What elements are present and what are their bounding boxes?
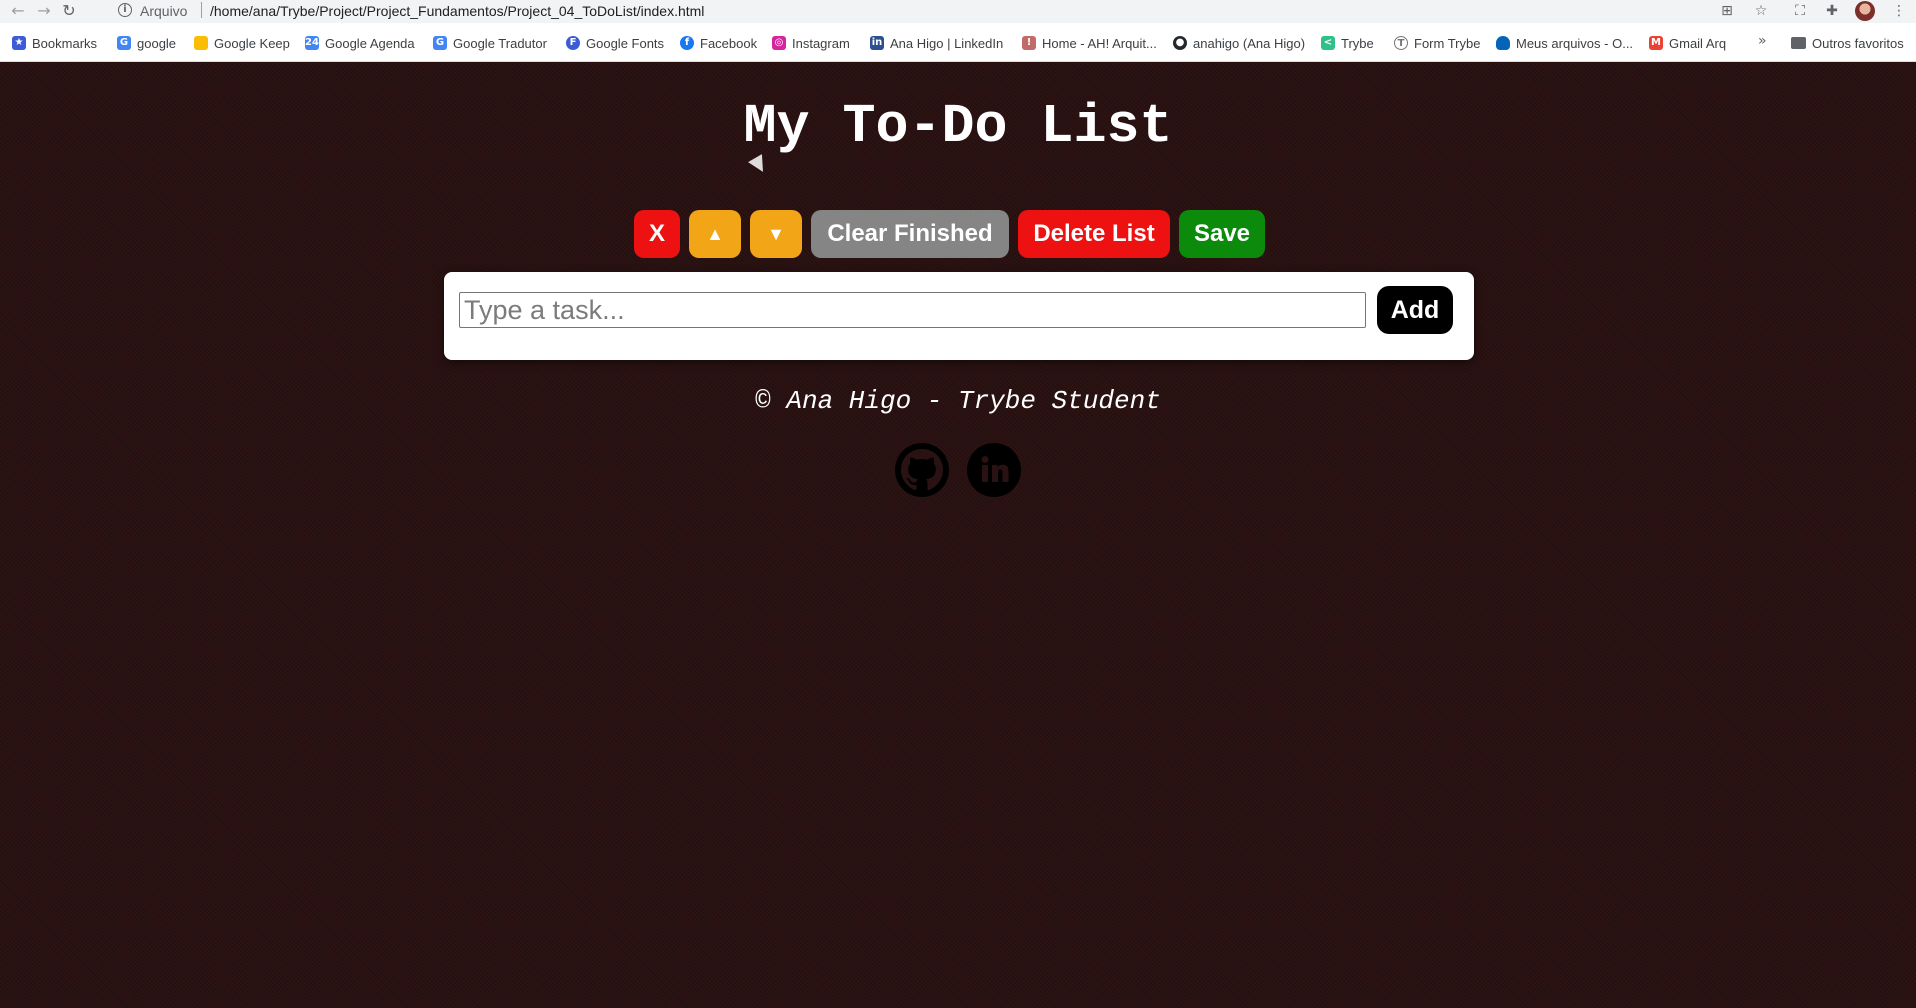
bookmark-label: Facebook xyxy=(700,35,758,51)
bookmark-label: Meus arquivos - O... xyxy=(1516,35,1634,51)
menu-kebab-icon[interactable]: ⋮ xyxy=(1890,2,1908,20)
reload-icon[interactable]: ↻ xyxy=(59,1,79,21)
clear-finished-button[interactable]: Clear Finished xyxy=(811,210,1009,258)
calendar-icon: 24 xyxy=(305,36,319,50)
bookmark-item[interactable]: Meus arquivos - O... xyxy=(1496,34,1633,52)
folder-icon xyxy=(1791,37,1806,49)
bookmark-item[interactable]: ! Home - AH! Arquit... xyxy=(1022,34,1157,52)
bookmark-item[interactable]: < Trybe xyxy=(1321,34,1374,52)
bookmark-label: google xyxy=(137,35,177,51)
task-input[interactable] xyxy=(459,292,1366,328)
bookmark-label: Google Fonts xyxy=(586,35,665,51)
bookmark-item[interactable]: ◎ Instagram xyxy=(772,34,850,52)
bookmark-item[interactable]: F Google Fonts xyxy=(566,34,664,52)
bookmark-item[interactable]: 24 Google Agenda xyxy=(305,34,415,52)
form-icon: T xyxy=(1394,36,1408,50)
github-icon[interactable] xyxy=(893,441,951,499)
other-favorites-folder[interactable]: Outros favoritos xyxy=(1791,34,1904,52)
bookmark-label: Instagram xyxy=(792,35,850,51)
bookmarks-bar: ★ Bookmarks Ggoogle Google Keep 24 Google … xyxy=(0,32,1916,54)
bookmark-star-icon[interactable]: ☆ xyxy=(1752,2,1770,20)
bookmark-item[interactable]: M Gmail Arq xyxy=(1649,34,1726,52)
footer-credit: © Ana Higo - Trybe Student xyxy=(755,386,1161,416)
back-icon[interactable]: ← xyxy=(8,1,28,21)
gmail-icon: M xyxy=(1649,36,1663,50)
action-toolbar: X ▲ ▼ Clear Finished Delete List Save xyxy=(634,210,1265,258)
bookmark-item[interactable]: ● anahigo (Ana Higo) xyxy=(1173,34,1305,52)
linkedin-icon[interactable] xyxy=(965,441,1023,499)
bookmark-item[interactable]: T Form Trybe xyxy=(1394,34,1480,52)
bookmark-label: Google Keep xyxy=(214,35,290,51)
star-icon: ★ xyxy=(12,36,26,50)
bookmark-label: anahigo (Ana Higo) xyxy=(1193,35,1306,51)
keep-icon xyxy=(194,36,208,50)
google-icon: G xyxy=(117,36,131,50)
bookmark-label: Ana Higo | LinkedIn xyxy=(890,35,1004,51)
save-button[interactable]: Save xyxy=(1179,210,1265,258)
bookmark-label: Home - AH! Arquit... xyxy=(1042,35,1157,51)
bookmark-item[interactable]: G Google Tradutor xyxy=(433,34,547,52)
page-title: My To-Do List xyxy=(743,95,1173,158)
move-up-button[interactable]: ▲ xyxy=(689,210,741,258)
github-icon: ● xyxy=(1173,36,1187,50)
bookmark-item[interactable]: in Ana Higo | LinkedIn xyxy=(870,34,1003,52)
bookmarks-more-icon[interactable]: » xyxy=(1758,33,1767,49)
bookmark-label: Trybe xyxy=(1341,35,1374,51)
translate-icon: G xyxy=(433,36,447,50)
linkedin-icon: in xyxy=(870,36,884,50)
facebook-icon: f xyxy=(680,36,694,50)
bookmark-item[interactable]: Google Keep xyxy=(194,34,290,52)
forward-icon[interactable]: → xyxy=(34,1,54,21)
social-links xyxy=(893,441,1023,499)
todo-page: My To-Do List X ▲ ▼ Clear Finished Delet… xyxy=(0,63,1916,1008)
browser-chrome: ← → ↻ i Arquivo /home/ana/Trybe/Project/… xyxy=(0,0,1916,62)
fonts-icon: F xyxy=(566,36,580,50)
profile-avatar[interactable] xyxy=(1855,1,1875,21)
bookmark-item[interactable]: ★ Bookmarks xyxy=(12,34,97,52)
bookmark-label: Gmail Arq xyxy=(1669,35,1727,51)
scheme-label: Arquivo xyxy=(140,3,188,19)
add-task-button[interactable]: Add xyxy=(1377,286,1453,334)
other-favorites-label: Outros favoritos xyxy=(1812,35,1904,51)
info-icon[interactable]: i xyxy=(118,3,132,17)
remove-selected-button[interactable]: X xyxy=(634,210,680,258)
bookmark-item[interactable]: f Facebook xyxy=(680,34,757,52)
task-input-card: Add xyxy=(444,272,1474,360)
trybe-icon: < xyxy=(1321,36,1335,50)
url-row: ← → ↻ i Arquivo /home/ana/Trybe/Project/… xyxy=(0,0,1916,23)
delete-list-button[interactable]: Delete List xyxy=(1018,210,1170,258)
bookmark-item[interactable]: Ggoogle xyxy=(117,34,176,52)
separator xyxy=(201,2,202,18)
onedrive-icon xyxy=(1496,36,1510,50)
address-bar[interactable]: i Arquivo /home/ana/Trybe/Project/Projec… xyxy=(108,0,1738,22)
url-text[interactable]: /home/ana/Trybe/Project/Project_Fundamen… xyxy=(210,3,704,19)
bookmark-label: Bookmarks xyxy=(32,35,98,51)
extensions-icon[interactable]: ✚ xyxy=(1823,2,1841,20)
move-down-button[interactable]: ▼ xyxy=(750,210,802,258)
translate-icon[interactable]: ⊞ xyxy=(1718,2,1736,20)
ah-icon: ! xyxy=(1022,36,1036,50)
bookmark-label: Google Tradutor xyxy=(453,35,547,51)
bookmark-label: Google Agenda xyxy=(325,35,415,51)
bookmark-label: Form Trybe xyxy=(1414,35,1481,51)
screen-capture-icon[interactable]: ⛶ xyxy=(1791,2,1809,20)
instagram-icon: ◎ xyxy=(772,36,786,50)
